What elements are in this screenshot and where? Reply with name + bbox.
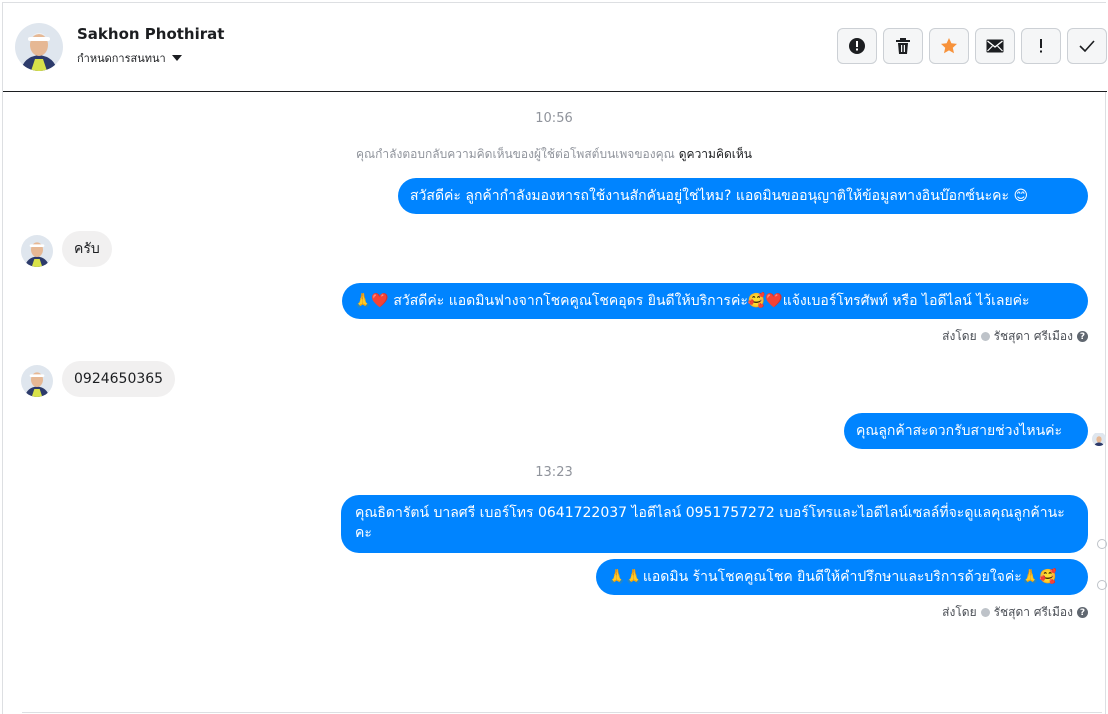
mark-done-button[interactable] (1067, 28, 1107, 64)
message-incoming[interactable]: 0924650365 (62, 361, 176, 397)
sent-check-icon (1097, 539, 1107, 549)
sent-by-label: ส่งโดย (942, 605, 977, 619)
message-outgoing[interactable]: คุณธิดารัตน์ บาลศรี เบอร์โทร 0641722037 … (341, 495, 1088, 553)
message-outgoing[interactable]: 🙏🙏แอดมิน ร้านโชคคูณโชค ยินดีให้คำปรึกษาแ… (596, 559, 1088, 595)
view-comment-link[interactable]: ดูความคิดเห็น (679, 147, 752, 161)
star-icon (941, 38, 957, 54)
sent-by-line: ส่งโดย รัชสุดา ศรีเมือง ? (942, 327, 1088, 346)
conversation-header: Sakhon Phothirat กำหนดการสนทนา (3, 3, 1107, 92)
message-outgoing[interactable]: สวัสดีค่ะ ลูกค้ากำลังมองหารถใช้งานสักคัน… (398, 178, 1088, 214)
help-icon[interactable]: ? (1077, 607, 1088, 618)
sender-dot-icon (980, 332, 990, 341)
contact-avatar-small (21, 235, 53, 267)
sender-dot-icon (980, 608, 990, 617)
envelope-icon (986, 39, 1004, 53)
action-toolbar (837, 28, 1107, 64)
mark-unread-button[interactable] (975, 28, 1015, 64)
assign-label: กำหนดการสนทนา (77, 52, 166, 65)
report-spam-button[interactable] (837, 28, 877, 64)
system-notice: คุณกำลังตอบกลับความคิดเห็นของผู้ใช้ต่อโพ… (0, 145, 1108, 164)
sent-check-icon (1097, 580, 1107, 590)
seen-avatar (1092, 432, 1106, 446)
trash-icon (896, 38, 910, 54)
check-icon (1079, 40, 1095, 52)
timestamp: 13:23 (535, 465, 573, 480)
sender-name: รัชสุดา ศรีเมือง (993, 329, 1073, 343)
message-incoming[interactable]: ครับ (62, 231, 112, 267)
contact-avatar-small (21, 365, 53, 397)
exclamation-icon (1040, 39, 1042, 53)
message-outgoing[interactable]: คุณลูกค้าสะดวกรับสายช่วงไหนค่ะ (844, 413, 1088, 449)
sender-name: รัชสุดา ศรีเมือง (993, 605, 1073, 619)
sent-by-label: ส่งโดย (942, 329, 977, 343)
composer-divider (22, 712, 1102, 713)
follow-up-button[interactable] (1021, 28, 1061, 64)
help-icon[interactable]: ? (1077, 331, 1088, 342)
caret-down-icon (171, 55, 182, 61)
contact-name[interactable]: Sakhon Phothirat (77, 25, 224, 43)
alert-circle-icon (849, 38, 865, 54)
message-outgoing[interactable]: 🙏❤️ สวัสดีค่ะ แอดมินฟางจากโชคคูณโชคอุดร … (342, 283, 1088, 319)
assign-conversation-dropdown[interactable]: กำหนดการสนทนา (77, 49, 182, 67)
sent-by-line: ส่งโดย รัชสุดา ศรีเมือง ? (942, 603, 1088, 622)
system-notice-text: คุณกำลังตอบกลับความคิดเห็นของผู้ใช้ต่อโพ… (356, 147, 675, 161)
timestamp: 10:56 (535, 111, 573, 126)
conversation-frame (2, 2, 1106, 714)
delete-button[interactable] (883, 28, 923, 64)
contact-avatar[interactable] (15, 23, 63, 71)
star-button[interactable] (929, 28, 969, 64)
